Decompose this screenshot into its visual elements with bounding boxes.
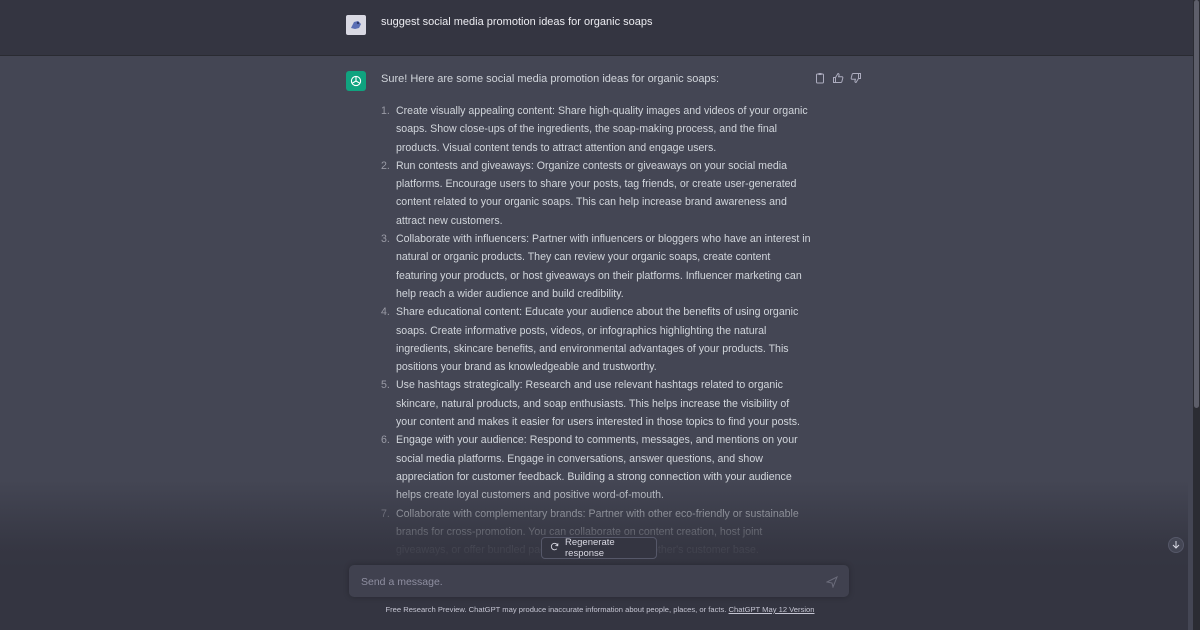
thumbs-up-icon[interactable]	[832, 72, 844, 84]
list-item: 2. Run contests and giveaways: Organize c…	[381, 159, 797, 227]
regenerate-button[interactable]: Regenerate response	[541, 537, 657, 559]
version-link[interactable]: ChatGPT May 12 Version	[729, 605, 815, 614]
list-item: 6. Engage with your audience: Respond to …	[381, 434, 798, 502]
list-item: 3. Collaborate with influencers: Partner …	[381, 233, 811, 300]
footer-disclaimer: Free Research Preview. ChatGPT may produ…	[0, 605, 1200, 614]
user-message-row: suggest social media promotion ideas for…	[0, 0, 1200, 56]
openai-logo-icon	[346, 71, 366, 91]
user-message-text: suggest social media promotion ideas for…	[381, 16, 653, 28]
message-actions	[814, 72, 862, 84]
user-avatar-icon	[346, 15, 366, 35]
send-icon[interactable]	[825, 575, 838, 589]
arrow-down-icon	[1172, 536, 1180, 554]
list-item: 4. Share educational content: Educate you…	[381, 306, 799, 374]
refresh-icon	[550, 542, 559, 554]
answer-list: 1. Create visually appealing content: Sha…	[381, 102, 811, 559]
regenerate-label: Regenerate response	[565, 537, 615, 559]
scrollbar-thumb[interactable]	[1194, 0, 1199, 408]
list-item: 5. Use hashtags strategically: Research a…	[381, 379, 800, 429]
thumbs-down-icon[interactable]	[850, 72, 862, 84]
message-input-box	[349, 565, 849, 597]
assistant-intro-text: Sure! Here are some social media promoti…	[381, 73, 720, 85]
footer-text: Free Research Preview. ChatGPT may produ…	[385, 605, 729, 614]
message-input[interactable]	[359, 573, 803, 591]
copy-icon[interactable]	[814, 72, 826, 84]
list-item: 1. Create visually appealing content: Sha…	[381, 105, 808, 154]
scroll-to-bottom-button[interactable]	[1168, 537, 1184, 553]
